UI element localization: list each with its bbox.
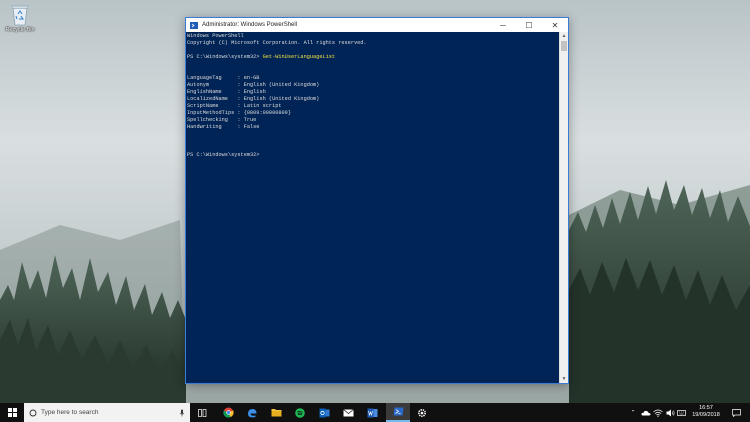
taskbar: Type here to search ⌃ 16:57 19/09/2018	[0, 403, 750, 422]
input-indicator-tray[interactable]	[676, 403, 686, 422]
word-icon	[367, 408, 377, 417]
console-line: PS C:\Windows\system32> Get-WinUserLangu…	[187, 54, 559, 61]
scroll-down-arrow-icon[interactable]: ▼	[560, 375, 568, 383]
outlook-button[interactable]	[312, 403, 336, 422]
volume-tray[interactable]	[664, 403, 676, 422]
chrome-button[interactable]	[216, 403, 240, 422]
console-line: EnglishName : English	[187, 89, 559, 96]
mail-icon	[342, 408, 354, 416]
windows-logo-icon	[7, 408, 17, 417]
console-line: Windows PowerShell	[187, 33, 559, 40]
powershell-icon	[393, 407, 403, 416]
file-explorer-button[interactable]	[264, 403, 288, 422]
console-line-text: Handwriting : False	[187, 124, 260, 130]
console-output[interactable]: Windows PowerShell Copyright (C) Microsof…	[187, 33, 559, 382]
console-line: Spellchecking : True	[187, 117, 559, 124]
clock-date: 19/09/2018	[692, 412, 720, 418]
keyboard-icon	[676, 409, 686, 416]
console-line: ScriptName : Latin script	[187, 103, 559, 110]
console-line: Autonym : English (United Kingdom)	[187, 82, 559, 89]
recycle-bin-icon	[10, 4, 30, 26]
recycle-bin-label: Recycle Bin	[5, 27, 35, 33]
search-placeholder: Type here to search	[41, 409, 99, 416]
window-title: Administrator: Windows PowerShell	[202, 22, 298, 28]
console-line-text: EnglishName : English	[187, 89, 266, 95]
window-titlebar[interactable]: Administrator: Windows PowerShell ─ ☐ ✕	[186, 18, 568, 32]
search-icon	[29, 409, 37, 416]
task-view-icon	[197, 408, 206, 417]
console-command: Get-WinUserLanguageList	[262, 54, 336, 60]
maximize-button[interactable]: ☐	[516, 18, 542, 32]
chrome-icon	[222, 407, 234, 418]
console-line-text: LanguageTag : en-GB	[187, 75, 260, 81]
onedrive-tray[interactable]	[640, 403, 652, 422]
network-tray[interactable]	[652, 403, 664, 422]
gear-icon	[417, 408, 427, 417]
console-line: Handwriting : False	[187, 124, 559, 131]
action-center-button[interactable]	[730, 403, 742, 422]
vertical-scrollbar[interactable]: ▲ ▼	[559, 32, 568, 383]
notification-icon	[731, 408, 741, 417]
console-line: InputMethodTips : {0809:00000809}	[187, 110, 559, 117]
console-line-text: Autonym : English (United Kingdom)	[187, 82, 320, 88]
cloud-icon	[641, 410, 651, 415]
spotify-button[interactable]	[288, 403, 312, 422]
console-line: LocalizedName : English (United Kingdom)	[187, 96, 559, 103]
spotify-icon	[295, 407, 305, 418]
word-button[interactable]	[360, 403, 384, 422]
speaker-icon	[666, 409, 674, 416]
console-line-text: PS C:\Windows\system32>	[187, 54, 263, 60]
console-line: PS C:\Windows\system32>	[187, 152, 559, 159]
console-line-text: Copyright (C) Microsoft Corporation. All…	[187, 40, 367, 46]
console-line-text: InputMethodTips : {0809:00000809}	[187, 110, 291, 116]
edge-button[interactable]	[240, 403, 264, 422]
outlook-icon	[319, 408, 329, 417]
show-hidden-icons-button[interactable]: ⌃	[628, 403, 638, 422]
scrollbar-thumb[interactable]	[561, 41, 567, 51]
console-line: LanguageTag : en-GB	[187, 75, 559, 82]
minimize-button[interactable]: ─	[490, 18, 516, 32]
close-button[interactable]: ✕	[542, 18, 568, 32]
mail-button[interactable]	[336, 403, 360, 422]
start-button[interactable]	[0, 403, 24, 422]
recycle-bin-shortcut[interactable]: Recycle Bin	[2, 4, 38, 33]
search-input[interactable]: Type here to search	[24, 403, 190, 422]
console-line-text: Spellchecking : True	[187, 117, 257, 123]
console-line-text: PS C:\Windows\system32>	[187, 152, 260, 158]
taskbar-clock[interactable]: 16:57 19/09/2018	[686, 403, 726, 422]
folder-icon	[271, 409, 281, 417]
powershell-taskbar-button[interactable]	[386, 403, 410, 422]
settings-button[interactable]	[410, 403, 434, 422]
wifi-icon	[653, 409, 663, 417]
microphone-icon[interactable]	[179, 409, 185, 417]
task-view-button[interactable]	[190, 403, 214, 422]
edge-icon	[248, 408, 257, 417]
console-line-text: LocalizedName : English (United Kingdom)	[187, 96, 320, 102]
powershell-icon	[190, 21, 198, 29]
powershell-window[interactable]: Administrator: Windows PowerShell ─ ☐ ✕ …	[185, 17, 569, 384]
scroll-up-arrow-icon[interactable]: ▲	[560, 32, 568, 40]
console-line: Copyright (C) Microsoft Corporation. All…	[187, 40, 559, 47]
console-line-text: Windows PowerShell	[187, 33, 244, 39]
console-line-text: ScriptName : Latin script	[187, 103, 282, 109]
chevron-up-icon: ⌃	[630, 409, 636, 416]
clock-time: 16:57	[699, 405, 713, 411]
